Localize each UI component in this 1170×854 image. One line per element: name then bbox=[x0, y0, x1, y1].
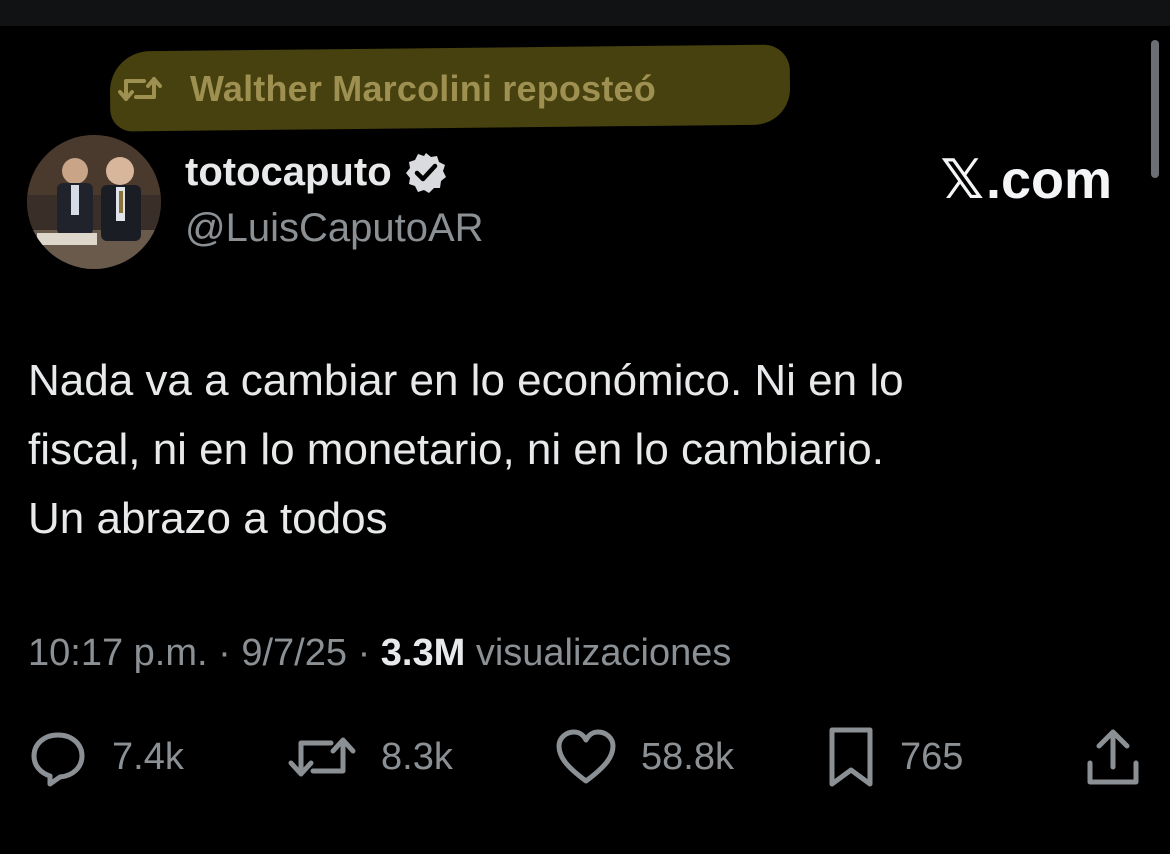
views-label: visualizaciones bbox=[475, 632, 732, 674]
share-icon bbox=[1087, 729, 1139, 785]
x-logo-icon: 𝕏 bbox=[940, 148, 984, 211]
tweet-line: fiscal, ni en lo monetario, ni en lo cam… bbox=[28, 425, 884, 474]
repost-count: 8.3k bbox=[381, 735, 453, 778]
top-status-band bbox=[0, 0, 1170, 26]
action-bar: 7.4k 8.3k 58.8k 765 bbox=[0, 722, 1170, 792]
author-handle[interactable]: @LuisCaputoAR bbox=[185, 206, 484, 251]
display-name[interactable]: totocaputo bbox=[185, 150, 392, 195]
reply-button[interactable]: 7.4k bbox=[28, 722, 184, 792]
tweet-meta: 10:17 p.m. · 9/7/25 · 3.3M visualizacion… bbox=[28, 632, 731, 675]
tweet-time[interactable]: 10:17 p.m. bbox=[28, 632, 208, 674]
like-count: 58.8k bbox=[641, 735, 734, 778]
scrollbar-thumb[interactable] bbox=[1151, 40, 1159, 178]
avatar-photo bbox=[27, 135, 161, 269]
tweet-date[interactable]: 9/7/25 bbox=[241, 632, 347, 674]
repost-label[interactable]: Walther Marcolini reposteó bbox=[190, 68, 656, 110]
avatar[interactable] bbox=[27, 135, 161, 269]
meta-separator: · bbox=[218, 632, 231, 674]
verified-badge-icon bbox=[405, 152, 446, 193]
bookmark-icon bbox=[829, 727, 873, 787]
reply-icon bbox=[31, 732, 85, 787]
bookmark-button[interactable]: 765 bbox=[826, 722, 963, 792]
tweet-text: Nada va a cambiar en lo económico. Ni en… bbox=[28, 346, 1128, 553]
repost-indicator[interactable]: Walther Marcolini reposteó bbox=[118, 66, 656, 112]
repost-button[interactable]: 8.3k bbox=[287, 722, 453, 792]
author-name-row[interactable]: totocaputo bbox=[185, 150, 448, 195]
tweet-line: Un abrazo a todos bbox=[28, 494, 388, 543]
repost-action-icon bbox=[288, 737, 356, 777]
brand-suffix: .com bbox=[985, 149, 1112, 210]
meta-separator: · bbox=[357, 632, 371, 674]
share-button[interactable] bbox=[1085, 722, 1141, 792]
reply-count: 7.4k bbox=[112, 735, 184, 778]
bookmark-count: 765 bbox=[900, 735, 964, 778]
views-count: 3.3M bbox=[380, 632, 466, 674]
repost-icon bbox=[118, 77, 162, 101]
tweet-line: Nada va a cambiar en lo económico. Ni en… bbox=[28, 356, 904, 405]
like-button[interactable]: 58.8k bbox=[555, 722, 734, 792]
x-com-watermark: 𝕏 .com bbox=[940, 148, 1112, 211]
heart-icon bbox=[556, 729, 616, 784]
